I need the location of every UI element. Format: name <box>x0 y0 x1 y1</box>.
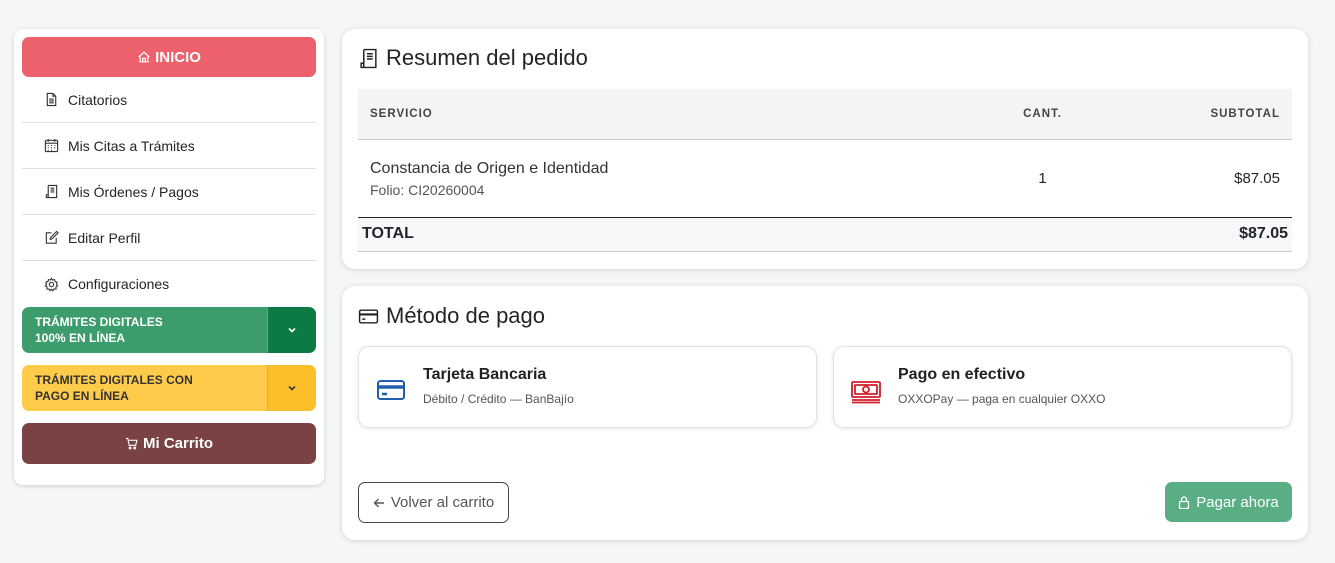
home-label: INICIO <box>155 48 201 66</box>
qty-cell: 1 <box>623 139 1062 218</box>
arrow-left-icon <box>373 498 384 507</box>
chevron-down-icon <box>288 327 296 333</box>
sidebar-item-citas[interactable]: Mis Citas a Trámites <box>22 123 316 169</box>
pay-now-label: Pagar ahora <box>1196 493 1279 511</box>
payment-method-title: Método de pago <box>386 303 546 328</box>
payment-options: Tarjeta Bancaria Débito / Crédito — BanB… <box>358 346 1292 428</box>
sidebar-item-label: Mis Citas a Trámites <box>68 137 195 154</box>
payment-method-header: Método de pago <box>358 303 545 329</box>
sidebar-item-label: Citatorios <box>68 91 128 108</box>
dropdown-label-line2: 100% EN LÍNEA <box>35 331 126 345</box>
credit-card-icon <box>377 380 405 400</box>
back-to-cart-label: Volver al carrito <box>390 494 495 511</box>
total-label: TOTAL <box>358 217 624 252</box>
cash-icon <box>851 381 881 404</box>
home-icon <box>138 51 150 63</box>
sidebar-item-editar-perfil[interactable]: Editar Perfil <box>22 215 316 261</box>
dropdown-label-line1: TRÁMITES DIGITALES <box>35 315 163 329</box>
sidebar-item-citatorios[interactable]: Citatorios <box>22 77 316 123</box>
total-row: TOTAL $87.05 <box>358 217 1292 252</box>
order-summary-title: Resumen del pedido <box>386 45 588 70</box>
sidebar-item-label: Configuraciones <box>68 276 170 292</box>
cart-button[interactable]: Mi Carrito <box>22 423 316 464</box>
total-value: $87.05 <box>1062 217 1292 252</box>
dropdown-tramites-digitales[interactable]: TRÁMITES DIGITALES 100% EN LÍNEA <box>22 307 316 353</box>
dropdown-tramites-pago[interactable]: TRÁMITES DIGITALES CON PAGO EN LÍNEA <box>22 365 316 411</box>
column-header-qty: CANT. <box>623 89 1062 140</box>
payment-option-title: Tarjeta Bancaria <box>423 366 547 383</box>
service-cell: Constancia de Origen e Identidad Folio: … <box>358 139 624 218</box>
order-summary-header: Resumen del pedido <box>358 45 588 71</box>
column-header-service: SERVICIO <box>358 89 624 140</box>
sidebar-item-label: Editar Perfil <box>68 229 141 246</box>
receipt-icon <box>360 48 377 68</box>
receipt-icon <box>45 184 58 199</box>
order-table: SERVICIO CANT. SUBTOTAL Constancia de Or… <box>358 89 1292 252</box>
sidebar-item-label: Mis Órdenes / Pagos <box>68 183 199 200</box>
back-to-cart-button[interactable]: Volver al carrito <box>358 482 509 523</box>
edit-icon <box>45 230 59 244</box>
dropdown-toggle[interactable] <box>267 307 316 353</box>
pay-now-button[interactable]: Pagar ahora <box>1165 482 1292 522</box>
sidebar: INICIO Citatorios Mis Citas a Trámites M… <box>14 29 324 485</box>
dropdown-label-line1: TRÁMITES DIGITALES CON <box>35 373 193 387</box>
total-spacer <box>623 217 1062 252</box>
cart-icon <box>125 437 138 450</box>
chevron-down-icon <box>288 385 296 391</box>
order-summary-card: Resumen del pedido SERVICIO CANT. SUBTOT… <box>342 29 1308 269</box>
table-row: Constancia de Origen e Identidad Folio: … <box>358 139 1292 218</box>
payment-option-title: Pago en efectivo <box>898 366 1026 383</box>
payment-option-subtitle: Débito / Crédito — BanBajío <box>423 392 574 406</box>
payment-option-cash[interactable]: Pago en efectivo OXXOPay — paga en cualq… <box>833 346 1292 428</box>
home-button[interactable]: INICIO <box>22 37 316 77</box>
credit-card-icon <box>358 308 379 324</box>
cart-label: Mi Carrito <box>142 435 213 452</box>
calendar-icon <box>44 138 59 153</box>
lock-icon <box>1179 495 1190 509</box>
sidebar-item-ordenes[interactable]: Mis Órdenes / Pagos <box>22 169 316 215</box>
sidebar-item-configuraciones[interactable]: Configuraciones <box>22 261 316 307</box>
payment-option-card[interactable]: Tarjeta Bancaria Débito / Crédito — BanB… <box>358 346 817 428</box>
payment-option-text: Pago en efectivo OXXOPay — paga en cualq… <box>898 366 1105 406</box>
dropdown-toggle[interactable] <box>267 365 316 411</box>
gear-icon <box>44 276 59 291</box>
dropdown-label-line2: PAGO EN LÍNEA <box>35 389 129 403</box>
payment-option-text: Tarjeta Bancaria Débito / Crédito — BanB… <box>423 366 574 406</box>
subtotal-cell: $87.05 <box>1062 139 1292 218</box>
payment-option-subtitle: OXXOPay — paga en cualquier OXXO <box>898 392 1106 406</box>
column-header-subtotal: SUBTOTAL <box>1062 89 1292 140</box>
service-folio: Folio: CI20260004 <box>370 182 485 198</box>
dropdown-label: TRÁMITES DIGITALES 100% EN LÍNEA <box>22 307 267 353</box>
table-header-row: SERVICIO CANT. SUBTOTAL <box>358 89 1292 140</box>
service-name: Constancia de Origen e Identidad <box>370 160 609 177</box>
document-icon <box>46 92 57 107</box>
payment-method-card: Método de pago Tarjeta Bancaria Débito /… <box>342 286 1308 540</box>
sidebar-menu: Citatorios Mis Citas a Trámites Mis Órde… <box>22 77 316 307</box>
dropdown-label: TRÁMITES DIGITALES CON PAGO EN LÍNEA <box>22 365 267 411</box>
